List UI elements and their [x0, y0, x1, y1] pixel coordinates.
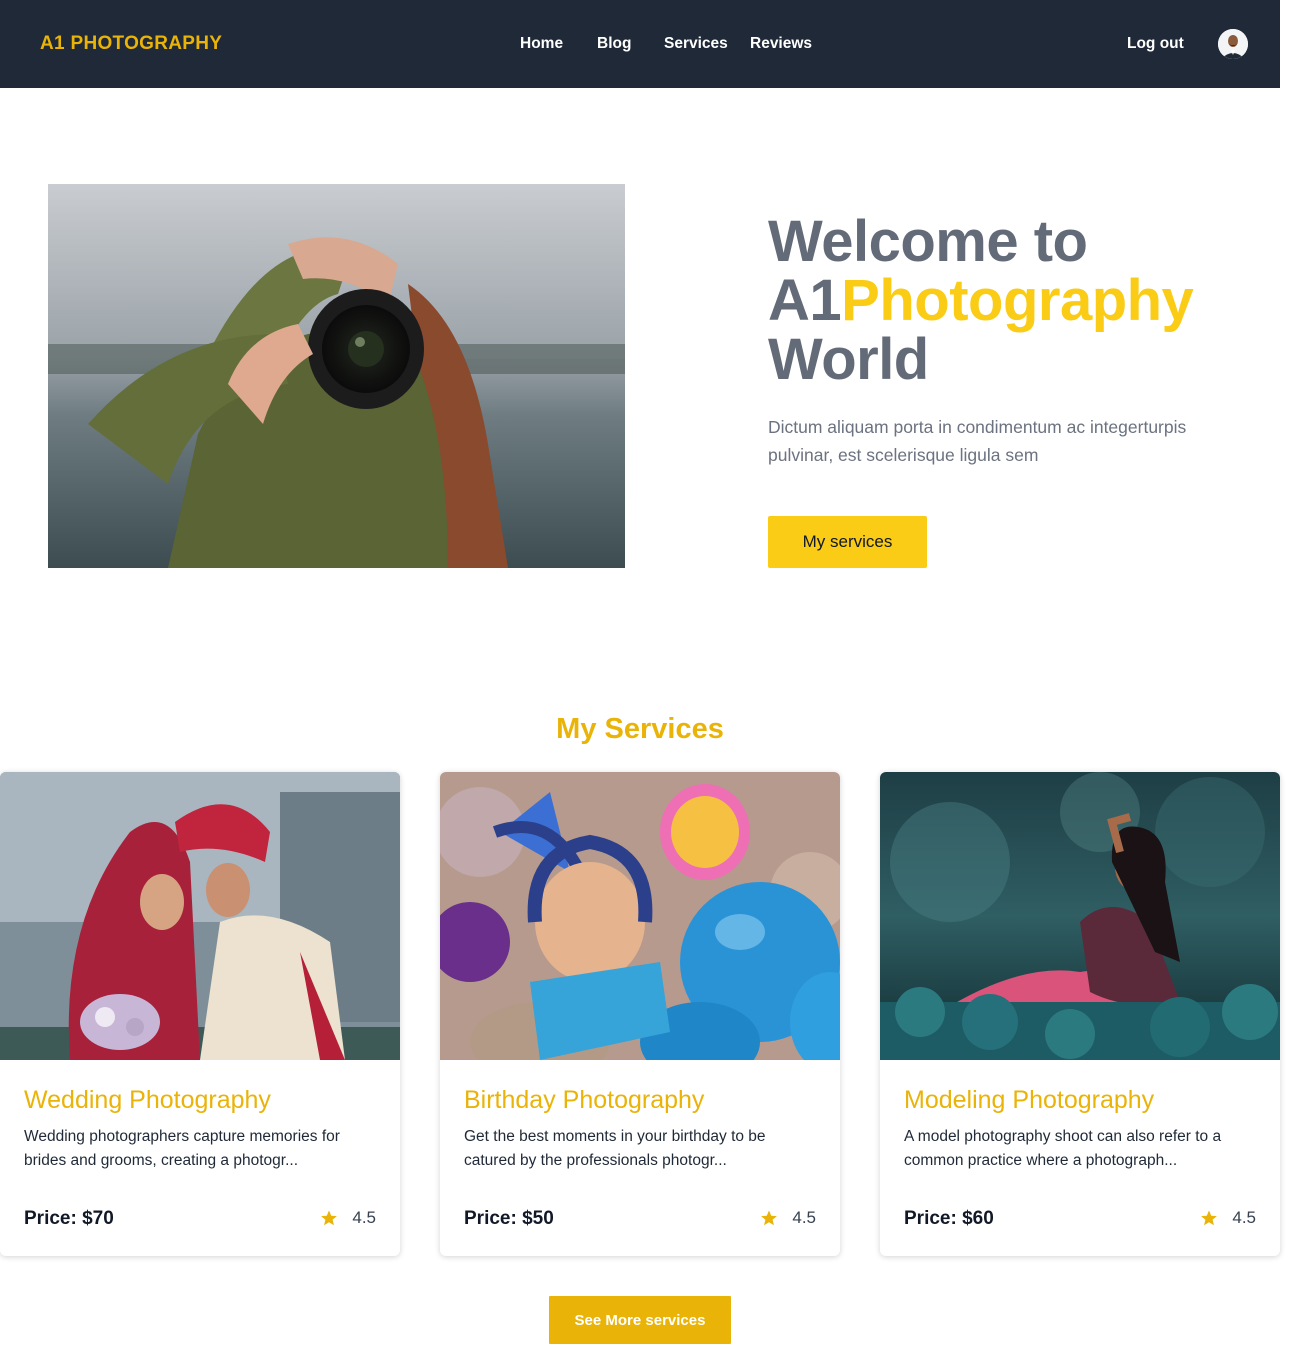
service-price: Price: $60	[904, 1208, 994, 1229]
service-rating: 4.5	[760, 1208, 816, 1228]
service-title[interactable]: Modeling Photography	[904, 1086, 1154, 1115]
service-title[interactable]: Wedding Photography	[24, 1086, 271, 1115]
service-price: Price: $50	[464, 1208, 554, 1229]
hero-photographer-image	[48, 184, 625, 568]
service-title[interactable]: Birthday Photography	[464, 1086, 704, 1115]
nav-link-blog[interactable]: Blog	[597, 35, 631, 53]
logout-button[interactable]: Log out	[1127, 35, 1184, 53]
rating-value: 4.5	[352, 1208, 376, 1227]
nav-link-services[interactable]: Services	[664, 35, 728, 53]
service-description: A model photography shoot can also refer…	[904, 1128, 1222, 1169]
service-description: Get the best moments in your birthday to…	[464, 1128, 766, 1169]
service-rating: 4.5	[320, 1208, 376, 1228]
hero-title-suffix: World	[768, 327, 929, 392]
star-icon	[761, 1210, 778, 1226]
my-services-button[interactable]: My services	[768, 516, 927, 568]
service-rating: 4.5	[1200, 1208, 1256, 1228]
nav-link-home[interactable]: Home	[520, 35, 563, 53]
hero-description: Dictum aliquam porta in condimentum ac i…	[768, 417, 1187, 465]
service-card-birthday[interactable]: Birthday Photography Get the best moment…	[440, 772, 840, 1256]
user-avatar[interactable]	[1218, 29, 1248, 59]
brand-logo[interactable]: A1 PHOTOGRAPHY	[40, 33, 222, 55]
service-card-wedding[interactable]: Wedding Photography Wedding photographer…	[0, 772, 400, 1256]
services-section-title: My Services	[556, 713, 724, 745]
hero-title: Welcome to A1Photography World	[768, 212, 1268, 389]
star-icon	[1201, 1210, 1218, 1226]
see-more-services-button[interactable]: See More services	[549, 1296, 731, 1344]
service-price: Price: $70	[24, 1208, 114, 1229]
birthday-photo	[440, 772, 840, 1060]
hero-title-accent: Photography	[841, 268, 1194, 333]
star-icon	[321, 1210, 338, 1226]
rating-value: 4.5	[792, 1208, 816, 1227]
service-card-modeling[interactable]: Modeling Photography A model photography…	[880, 772, 1280, 1256]
wedding-photo	[0, 772, 400, 1060]
service-description: Wedding photographers capture memories f…	[24, 1128, 340, 1169]
navbar: A1 PHOTOGRAPHY Home Blog Services Review…	[0, 0, 1280, 88]
rating-value: 4.5	[1232, 1208, 1256, 1227]
modeling-photo	[880, 772, 1280, 1060]
nav-link-reviews[interactable]: Reviews	[750, 35, 812, 53]
